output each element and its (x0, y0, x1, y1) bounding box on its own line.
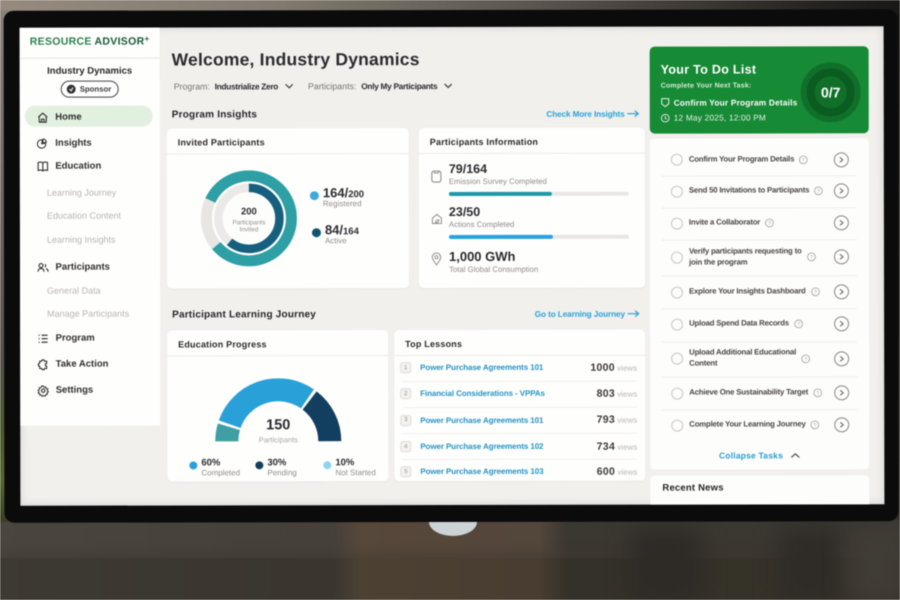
svg-text:Participants: Participants (232, 219, 265, 226)
svg-text:?: ? (797, 322, 800, 328)
svg-text:?: ? (809, 255, 812, 261)
svg-text:?: ? (816, 391, 819, 397)
svg-text:0/7: 0/7 (821, 84, 841, 100)
svg-text:Participants: Participants (259, 435, 298, 444)
svg-text:?: ? (814, 290, 817, 296)
svg-text:Invited: Invited (240, 226, 259, 233)
svg-text:200: 200 (241, 206, 257, 217)
svg-text:?: ? (804, 356, 807, 362)
svg-text:?: ? (817, 189, 820, 195)
svg-text:150: 150 (266, 417, 290, 433)
svg-text:?: ? (768, 221, 771, 227)
svg-text:?: ? (802, 157, 805, 163)
svg-text:?: ? (814, 423, 817, 429)
